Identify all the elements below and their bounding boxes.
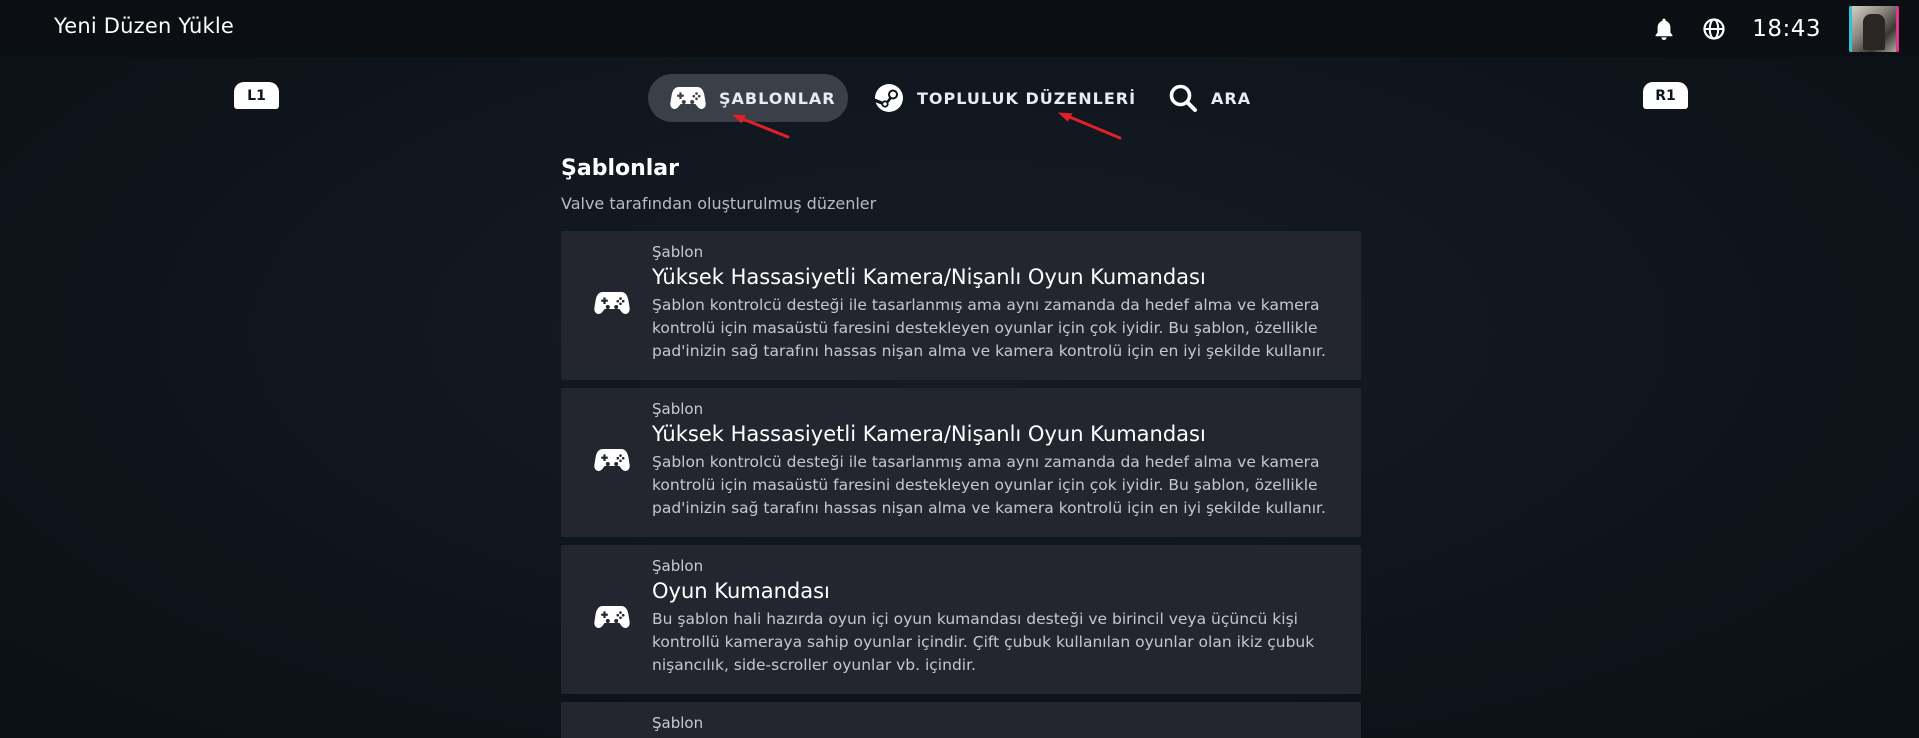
clock-time: 18:43 bbox=[1752, 15, 1821, 42]
gamepad-icon bbox=[594, 603, 630, 633]
section-subtitle: Valve tarafından oluşturulmuş düzenler bbox=[561, 194, 877, 213]
card-name: Yüksek Hassasiyetli Kamera/Nişanlı Oyun … bbox=[652, 422, 1206, 446]
avatar-stripe-right bbox=[1896, 5, 1899, 52]
section-title: Şablonlar bbox=[561, 156, 679, 181]
user-avatar[interactable] bbox=[1849, 5, 1899, 52]
template-card[interactable]: Şablon Yüksek Hassasiyetli Kamera/Nişanl… bbox=[561, 388, 1361, 537]
tab-templates-label: ŞABLONLAR bbox=[719, 88, 836, 108]
card-description: Şablon kontrolcü desteği ile tasarlanmış… bbox=[652, 453, 1326, 517]
card-name: Oyun Kumandası bbox=[652, 579, 830, 603]
template-card[interactable]: Şablon Oyun Kumandası Bu şablon hali haz… bbox=[561, 545, 1361, 694]
card-type: Şablon bbox=[652, 400, 704, 418]
tab-community-label: TOPLULUK DÜZENLERİ bbox=[917, 88, 1137, 108]
card-type: Şablon bbox=[652, 557, 704, 575]
annotation-arrow-icon bbox=[732, 114, 790, 139]
card-name: Yüksek Hassasiyetli Kamera/Nişanlı Oyun … bbox=[652, 265, 1206, 289]
notifications-bell-icon[interactable] bbox=[1650, 15, 1678, 43]
templates-section: Şablonlar Valve tarafından oluşturulmuş … bbox=[561, 150, 1361, 738]
card-text: Şablon Yüksek Hassasiyetli Kamera/Nişanl… bbox=[652, 243, 1342, 363]
card-text: Şablon Yüksek Hassasiyetli Kamera/Nişanl… bbox=[652, 400, 1342, 520]
template-card[interactable]: Şablon bbox=[561, 702, 1361, 738]
gamepad-icon bbox=[594, 446, 630, 476]
card-text: Şablon bbox=[652, 714, 1342, 732]
steam-icon bbox=[874, 83, 904, 113]
card-type: Şablon bbox=[652, 714, 704, 732]
globe-icon[interactable] bbox=[1700, 15, 1728, 43]
gamepad-icon bbox=[670, 85, 706, 111]
tab-bar: ŞABLONLAR TOPLULUK DÜZENLERİ ARA bbox=[0, 74, 1919, 122]
card-description: Bu şablon hali hazırda oyun içi oyun kum… bbox=[652, 610, 1315, 674]
page-title: Yeni Düzen Yükle bbox=[54, 14, 235, 38]
template-card[interactable]: Şablon Yüksek Hassasiyetli Kamera/Nişanl… bbox=[561, 231, 1361, 380]
tab-search[interactable]: ARA bbox=[1168, 74, 1251, 122]
card-description: Şablon kontrolcü desteği ile tasarlanmış… bbox=[652, 296, 1326, 360]
search-icon bbox=[1168, 83, 1198, 113]
top-bar: Yeni Düzen Yükle 18:43 bbox=[0, 0, 1919, 57]
gamepad-icon bbox=[594, 289, 630, 319]
status-area: 18:43 bbox=[1650, 0, 1899, 57]
tab-search-label: ARA bbox=[1211, 88, 1252, 108]
avatar-figure bbox=[1863, 13, 1885, 50]
annotation-arrow-icon bbox=[1058, 112, 1122, 140]
card-text: Şablon Oyun Kumandası Bu şablon hali haz… bbox=[652, 557, 1342, 677]
card-type: Şablon bbox=[652, 243, 704, 261]
avatar-stripe-left bbox=[1849, 5, 1852, 52]
